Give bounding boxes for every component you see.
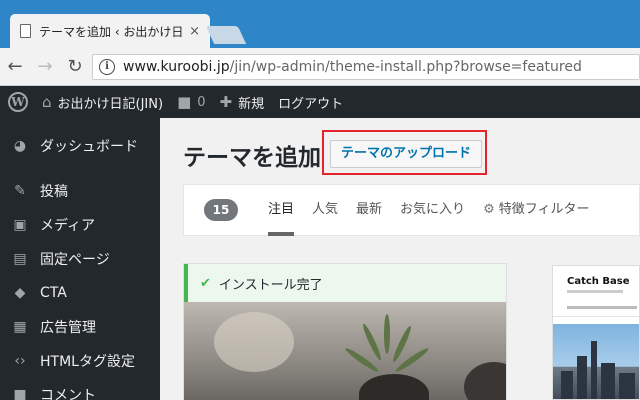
tab-featured[interactable]: 注目 xyxy=(268,184,295,236)
notice-text: インストール完了 xyxy=(218,277,323,293)
new-tab-button[interactable] xyxy=(205,26,247,44)
building xyxy=(619,373,635,399)
url-host: www.kuroobi.jp xyxy=(123,59,230,75)
comment-bubble-icon: ■ xyxy=(177,93,192,111)
theme-preview-tagline xyxy=(567,290,623,293)
forward-icon[interactable]: → xyxy=(30,56,60,77)
wp-logo-menu[interactable]: W xyxy=(8,92,28,112)
comment-icon: ■ xyxy=(13,387,27,400)
ad-icon: ▦ xyxy=(13,319,27,335)
address-bar[interactable]: i www.kuroobi.jp/jin/wp-admin/theme-inst… xyxy=(92,54,640,80)
plant-leaf xyxy=(360,322,384,362)
sidebar-item-label: メディア xyxy=(40,218,96,234)
sidebar-item-media[interactable]: ▣ メディア xyxy=(0,208,160,242)
checkmark-icon: ✔ xyxy=(200,275,211,291)
sidebar-item-posts[interactable]: ✎ 投稿 xyxy=(0,174,160,208)
site-name: お出かけ日記(JIN) xyxy=(57,96,164,112)
feature-filter-label: 特徴フィルター xyxy=(498,202,590,217)
page-icon xyxy=(20,24,31,38)
sidebar-item-comments[interactable]: ■ コメント xyxy=(0,378,160,400)
building xyxy=(561,371,573,399)
reload-icon[interactable]: ↻ xyxy=(60,56,90,77)
background-blur xyxy=(214,312,294,372)
code-icon: ‹› xyxy=(14,353,26,369)
gear-icon: ⚙ xyxy=(483,202,495,217)
theme-screenshot xyxy=(184,302,506,400)
theme-preview-nav xyxy=(567,306,637,309)
sidebar-item-label: ダッシュボード xyxy=(40,139,138,155)
home-icon: ⌂ xyxy=(42,93,52,111)
logout-link[interactable]: ログアウト xyxy=(278,93,343,112)
dashboard-icon: ◕ xyxy=(13,138,27,154)
browser-tab-strip: テーマを追加 ‹ お出かけ日記 × xyxy=(0,0,640,48)
sidebar-item-label: 広告管理 xyxy=(40,320,96,336)
url-text: www.kuroobi.jp/jin/wp-admin/theme-instal… xyxy=(123,59,582,75)
pin-icon: ✎ xyxy=(14,183,26,199)
theme-filter-bar: 15 注目 人気 最新 お気に入り ⚙ 特徴フィルター xyxy=(183,184,640,236)
browser-toolbar: ← → ↻ i www.kuroobi.jp/jin/wp-admin/them… xyxy=(0,48,640,86)
theme-count-badge: 15 xyxy=(204,199,238,221)
theme-card[interactable]: ✔ インストール完了 xyxy=(183,263,507,400)
wp-admin-bar: W ⌂ お出かけ日記(JIN) ■ 0 ✚ 新規 ログアウト xyxy=(0,86,640,118)
back-icon[interactable]: ← xyxy=(0,56,30,77)
sidebar-item-label: 投稿 xyxy=(40,184,68,200)
divider xyxy=(553,316,639,317)
close-icon[interactable]: × xyxy=(189,24,200,39)
media-icon: ▣ xyxy=(13,217,27,233)
comments-count: 0 xyxy=(197,94,206,110)
background-pot xyxy=(464,362,506,400)
building xyxy=(591,341,597,399)
highlight-box xyxy=(322,130,487,175)
new-label: 新規 xyxy=(238,96,265,112)
tab-popular[interactable]: 人気 xyxy=(312,184,338,236)
browser-tab[interactable]: テーマを追加 ‹ お出かけ日記 × xyxy=(10,14,210,48)
sidebar-item-cta[interactable]: ◆ CTA xyxy=(0,276,160,310)
sidebar-item-label: 固定ページ xyxy=(40,252,110,268)
tab-title: テーマを追加 ‹ お出かけ日記 xyxy=(39,24,184,39)
tag-icon: ◆ xyxy=(14,285,26,301)
comments-menu[interactable]: ■ 0 xyxy=(177,93,205,111)
site-name-menu[interactable]: ⌂ お出かけ日記(JIN) xyxy=(42,93,163,112)
plant-leaf xyxy=(384,314,390,354)
sidebar-item-ads[interactable]: ▦ 広告管理 xyxy=(0,310,160,344)
theme-preview-image xyxy=(553,324,639,399)
sidebar-item-dashboard[interactable]: ◕ ダッシュボード xyxy=(0,118,160,174)
page-title: テーマを追加 xyxy=(183,145,321,171)
plant-pot xyxy=(359,374,429,400)
theme-preview-title: Catch Base xyxy=(567,276,630,287)
admin-sidebar: ◕ ダッシュボード ✎ 投稿 ▣ メディア ▤ 固定ページ ◆ CTA ▦ 広告… xyxy=(0,118,160,400)
sidebar-item-label: CTA xyxy=(40,285,67,301)
install-complete-notice: ✔ インストール完了 xyxy=(184,264,506,302)
tab-favorites[interactable]: お気に入り xyxy=(400,184,465,236)
sidebar-item-label: HTMLタグ設定 xyxy=(40,354,135,370)
building xyxy=(601,363,615,399)
sidebar-item-pages[interactable]: ▤ 固定ページ xyxy=(0,242,160,276)
sidebar-item-html-tags[interactable]: ‹› HTMLタグ設定 xyxy=(0,344,160,378)
wordpress-logo-icon: W xyxy=(8,92,28,112)
main-content: テーマを追加 テーマのアップロード 15 注目 人気 最新 お気に入り ⚙ 特徴フ… xyxy=(160,118,640,400)
theme-card[interactable]: Catch Base xyxy=(552,265,640,400)
new-content-menu[interactable]: ✚ 新規 xyxy=(220,93,265,112)
building xyxy=(577,356,587,399)
page-icon: ▤ xyxy=(13,251,27,267)
tab-latest[interactable]: 最新 xyxy=(356,184,382,236)
feature-filter-button[interactable]: ⚙ 特徴フィルター xyxy=(483,184,589,236)
sidebar-item-label: コメント xyxy=(40,388,96,400)
info-icon[interactable]: i xyxy=(99,59,115,75)
url-path: /jin/wp-admin/theme-install.php?browse=f… xyxy=(229,59,582,75)
plus-icon: ✚ xyxy=(219,93,233,111)
